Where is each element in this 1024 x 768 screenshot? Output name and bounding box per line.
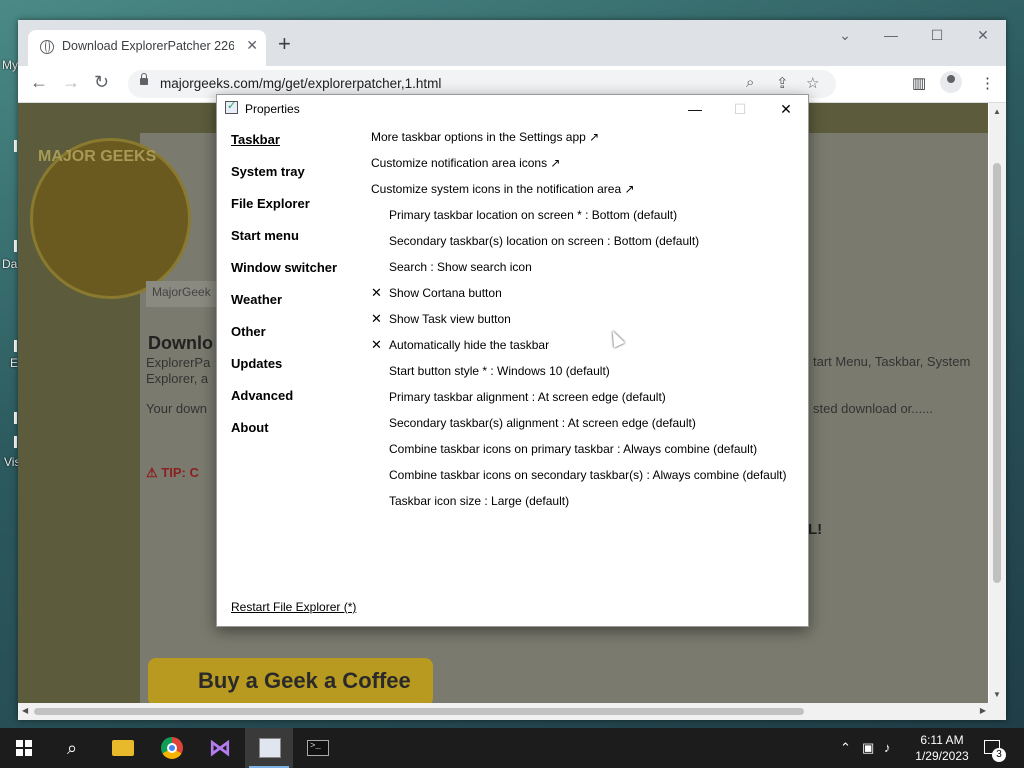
nav-item-weather[interactable]: Weather — [231, 292, 282, 307]
desktop-icon-marker — [14, 340, 17, 352]
desktop-icon-marker — [14, 240, 17, 252]
properties-dialog: Properties — ☐ ✕ Taskbar System tray Fil… — [216, 94, 809, 627]
page-text: tart Menu, Taskbar, System — [813, 354, 971, 369]
desktop-icon-label: Da — [2, 257, 18, 271]
lock-icon — [140, 73, 148, 85]
option-item[interactable]: Combine taskbar icons on primary taskbar… — [389, 442, 757, 456]
option-item[interactable]: Taskbar icon size : Large (default) — [389, 494, 569, 508]
settings-link[interactable]: Customize notification area icons ↗ — [371, 156, 560, 170]
nav-item-system-tray[interactable]: System tray — [231, 164, 305, 179]
checked-icon: ✕ — [371, 285, 382, 300]
checked-icon: ✕ — [371, 337, 382, 352]
restart-explorer-link[interactable]: Restart File Explorer (*) — [231, 600, 356, 614]
vertical-scrollbar[interactable]: ▲ ▼ — [989, 103, 1006, 703]
volume-icon[interactable]: ♪ — [884, 740, 891, 755]
tab-title: Download ExplorerPatcher 22621.1 — [62, 39, 234, 53]
clock-date: 1/29/2023 — [915, 749, 969, 763]
close-tab-icon[interactable]: ✕ — [246, 37, 258, 54]
page-text: sted download or...... — [813, 401, 933, 416]
nav-item-taskbar[interactable]: Taskbar — [231, 132, 280, 147]
scroll-thumb[interactable] — [34, 708, 804, 715]
search-icon[interactable]: ⌕ — [746, 74, 754, 91]
terminal-icon[interactable]: >_ — [294, 728, 342, 768]
globe-icon — [40, 40, 54, 54]
nav-item-start-menu[interactable]: Start menu — [231, 228, 299, 243]
start-button[interactable] — [0, 728, 48, 768]
page-heading: Downlo — [148, 333, 213, 353]
properties-icon — [225, 99, 238, 114]
close-button[interactable]: ✕ — [960, 20, 1006, 50]
close-button[interactable]: ✕ — [766, 97, 806, 121]
option-item[interactable]: Combine taskbar icons on secondary taskb… — [389, 468, 787, 482]
chevron-down-icon[interactable]: ⌄ — [822, 20, 868, 50]
option-item[interactable]: Automatically hide the taskbar — [389, 338, 549, 352]
star-icon[interactable]: ☆ — [806, 74, 819, 92]
menu-icon[interactable]: ⋮ — [980, 74, 995, 92]
properties-taskbar-icon[interactable] — [245, 728, 293, 768]
settings-link[interactable]: Customize system icons in the notificati… — [371, 182, 635, 196]
option-item[interactable]: Secondary taskbar(s) alignment : At scre… — [389, 416, 696, 430]
sidebar-icon[interactable]: ▥ — [912, 74, 926, 92]
page-text: ExplorerPa — [146, 355, 211, 370]
page-text: Your down — [146, 401, 207, 416]
desktop-icon-marker — [14, 140, 17, 152]
logo-text: MAJOR GEEKS — [38, 148, 157, 165]
option-item[interactable]: Primary taskbar location on screen * : B… — [389, 208, 677, 222]
clock-time: 6:11 AM — [920, 733, 964, 747]
tip-label: TIP: C — [161, 465, 199, 480]
nav-item-window-switcher[interactable]: Window switcher — [231, 260, 337, 275]
scroll-thumb[interactable] — [993, 163, 1001, 583]
nav-item-file-explorer[interactable]: File Explorer — [231, 196, 310, 211]
tab-strip: Download ExplorerPatcher 22621.1 ✕ + ⌄ —… — [18, 20, 1006, 66]
desktop-icon-marker — [14, 412, 17, 424]
option-item[interactable]: Search : Show search icon — [389, 260, 532, 274]
search-icon[interactable]: ⌕ — [48, 728, 96, 768]
chrome-icon[interactable] — [148, 728, 196, 768]
back-icon[interactable]: ← — [30, 72, 48, 93]
nav-item-about[interactable]: About — [231, 420, 269, 435]
forward-icon[interactable]: → — [62, 72, 80, 93]
reload-icon[interactable]: ↻ — [94, 72, 109, 93]
maximize-button: ☐ — [733, 101, 747, 117]
url-text[interactable]: majorgeeks.com/mg/get/explorerpatcher,1.… — [160, 76, 441, 91]
avatar[interactable] — [940, 71, 962, 93]
new-tab-button[interactable]: + — [278, 33, 291, 55]
desktop-icon-marker — [14, 436, 17, 448]
option-item[interactable]: Start button style * : Windows 10 (defau… — [389, 364, 610, 378]
checked-icon: ✕ — [371, 311, 382, 326]
settings-link[interactable]: More taskbar options in the Settings app… — [371, 130, 599, 144]
nav-item-updates[interactable]: Updates — [231, 356, 282, 371]
option-item[interactable]: Primary taskbar alignment : At screen ed… — [389, 390, 666, 404]
desktop-icon-label: E — [10, 356, 19, 370]
page-text: Explorer, a — [146, 371, 209, 386]
tip-text: ⚠ TIP: C — [146, 465, 199, 480]
clock[interactable]: 6:11 AM 1/29/2023 — [904, 732, 980, 764]
chevron-up-icon[interactable]: ⌃ — [840, 740, 851, 756]
maximize-button[interactable]: ☐ — [914, 20, 960, 50]
windows-icon — [16, 740, 32, 756]
notification-count: 3 — [992, 748, 1006, 762]
coffee-button[interactable]: Buy a Geek a Coffee — [148, 658, 433, 703]
share-icon[interactable]: ⇪ — [776, 74, 789, 92]
network-icon[interactable]: ▣ — [862, 740, 874, 756]
dialog-title: Properties — [245, 102, 300, 116]
option-item[interactable]: Show Task view button — [389, 312, 511, 326]
desktop-icon-label: My — [2, 58, 18, 72]
option-item[interactable]: Secondary taskbar(s) location on screen … — [389, 234, 699, 248]
visual-studio-icon[interactable]: ⋈ — [196, 728, 244, 768]
page-text: L! — [808, 521, 823, 538]
nav-item-other[interactable]: Other — [231, 324, 266, 339]
browser-tab[interactable]: Download ExplorerPatcher 22621.1 ✕ — [28, 30, 266, 66]
minimize-button[interactable]: — — [675, 97, 715, 121]
taskbar: ⌕ ⋈ >_ ⌃ ▣ ♪ 6:11 AM 1/29/2023 3 — [0, 728, 1024, 768]
horizontal-scrollbar[interactable]: ◀ ▶ — [18, 703, 1006, 720]
option-item[interactable]: Show Cortana button — [389, 286, 502, 300]
file-explorer-icon[interactable] — [98, 728, 146, 768]
nav-item-advanced[interactable]: Advanced — [231, 388, 293, 403]
minimize-button[interactable]: — — [868, 20, 914, 50]
